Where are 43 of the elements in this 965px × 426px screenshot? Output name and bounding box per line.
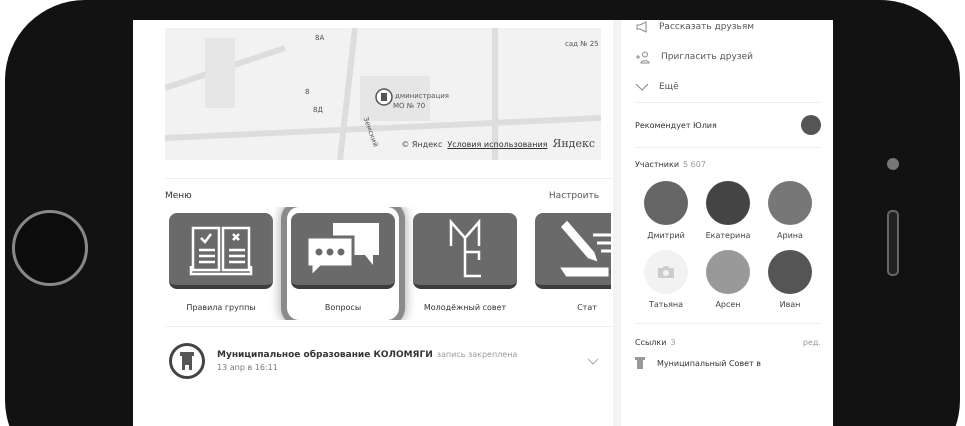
megaphone-icon [635, 21, 649, 33]
link-item[interactable]: Муниципальный Совет в [635, 357, 821, 369]
post-time: 13 апр в 16:11 [217, 363, 279, 372]
chevron-down-icon [635, 83, 649, 91]
copyright-text: © Яндекс [401, 140, 442, 149]
avatar [706, 250, 750, 294]
avatar [706, 181, 750, 225]
group-avatar[interactable] [169, 343, 205, 379]
members-count: 5 607 [683, 160, 706, 169]
menu-tile[interactable]: Вопросы [287, 207, 399, 320]
camera-icon [657, 265, 675, 279]
menu-tile[interactable]: Правила группы [165, 207, 277, 320]
speaker-slot [887, 210, 899, 276]
member[interactable]: Татьяна [635, 250, 697, 309]
member[interactable]: Арсен [697, 250, 759, 309]
add-user-icon [635, 50, 651, 64]
terms-link[interactable]: Условия использования [447, 140, 548, 149]
building-icon [179, 351, 195, 371]
avatar [644, 181, 688, 225]
sidebar-action[interactable]: Рассказать друзьям [635, 20, 821, 42]
camera-lens [887, 158, 899, 170]
menu-title: Меню [165, 191, 192, 201]
member[interactable]: Арина [759, 181, 821, 240]
pinned-note: запись закреплена [436, 350, 518, 359]
configure-link[interactable]: Настроить [548, 191, 599, 201]
links-title: Ссылки [635, 338, 666, 347]
member[interactable]: Иван [759, 250, 821, 309]
user-avatar[interactable] [801, 115, 821, 135]
sidebar-action[interactable]: Пригласить друзей [635, 42, 821, 72]
recommend-text: Рекомендует Юлия [635, 120, 717, 130]
map-logo: Яндекс [552, 137, 595, 150]
sidebar-action[interactable]: Ещё [635, 72, 821, 102]
links-count: 3 [670, 338, 676, 347]
map-pin-icon [375, 88, 393, 106]
post-author-link[interactable]: Муниципальное образование КОЛОМЯГИ [217, 350, 433, 360]
member[interactable]: Дмитрий [635, 181, 697, 240]
building-icon [635, 357, 645, 369]
avatar [768, 181, 812, 225]
member[interactable]: Екатерина [697, 181, 759, 240]
menu-tile[interactable]: Стат [531, 207, 611, 320]
menu-tile[interactable]: Молодёжный совет [409, 207, 521, 320]
members-title: Участники [635, 160, 680, 169]
avatar [768, 250, 812, 294]
